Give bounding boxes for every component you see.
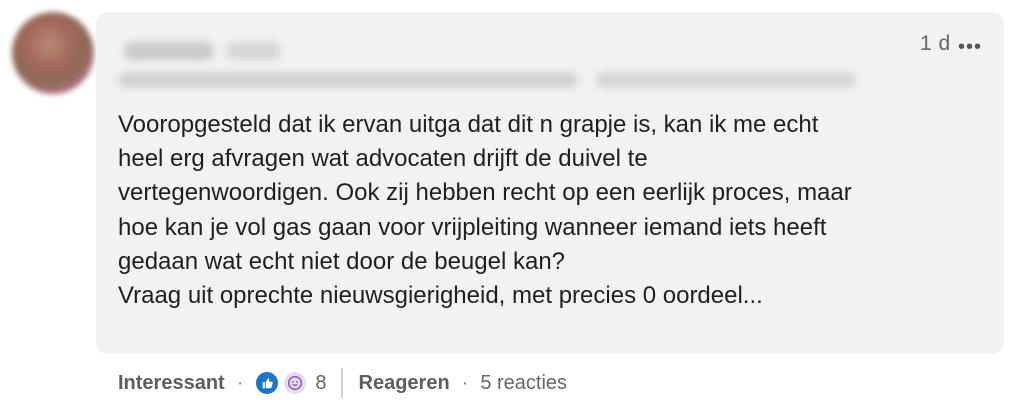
- blurred-author-headline: [118, 72, 578, 88]
- funny-icon[interactable]: [283, 371, 308, 395]
- blurred-author-degree: [226, 42, 281, 60]
- comment-text: Vooropgesteld dat ik ervan uitga dat dit…: [118, 108, 988, 313]
- avatar[interactable]: [12, 12, 94, 94]
- reaction-count[interactable]: 8: [315, 372, 326, 395]
- comment-bubble: 1 d ••• Vooropgesteld dat ik ervan uitga…: [96, 12, 1004, 354]
- comment-line: Vraag uit oprechte nieuwsgierigheid, met…: [118, 282, 763, 310]
- more-options-icon[interactable]: •••: [958, 36, 982, 59]
- divider: [340, 368, 343, 398]
- comment-line: Vooropgesteld dat ik ervan uitga dat dit…: [118, 111, 819, 138]
- comment-line: gedaan wat echt niet door de beugel kan?: [118, 247, 566, 275]
- blurred-author-headline-extra: [596, 72, 856, 88]
- separator-dot: ·: [236, 371, 244, 394]
- replies-count-link[interactable]: 5 reacties: [480, 372, 567, 395]
- react-button[interactable]: Interessant: [118, 372, 225, 395]
- like-icon[interactable]: [255, 371, 280, 395]
- comment-timestamp: 1 d: [920, 32, 951, 55]
- separator-dot: ·: [461, 371, 469, 394]
- reply-button[interactable]: Reageren: [359, 372, 450, 395]
- blurred-author-name[interactable]: [124, 42, 214, 60]
- comment-line: vertegenwoordigen. Ook zij hebben recht …: [118, 179, 852, 207]
- comment-actions: Interessant · 8 Reageren · 5 reacties: [118, 366, 567, 400]
- comment-line: hoe kan je vol gas gaan voor vrijpleitin…: [118, 213, 827, 241]
- comment-line: heel erg afvragen wat advocaten drijft d…: [118, 145, 648, 173]
